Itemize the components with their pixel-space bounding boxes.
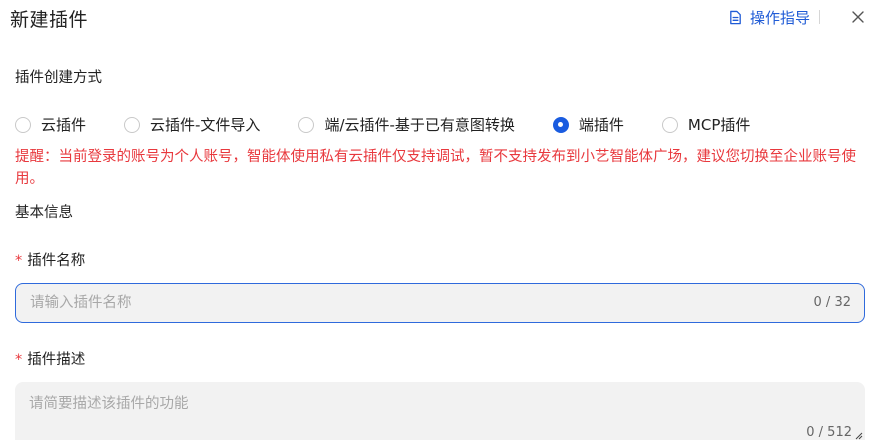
plugin-name-counter: 0 / 32 [813, 295, 851, 310]
radio-cloud-plugin-file-import[interactable]: 云插件-文件导入 [124, 114, 260, 135]
radio-label: 云插件-文件导入 [150, 116, 261, 134]
close-icon[interactable] [850, 9, 866, 25]
radio-circle[interactable] [661, 116, 678, 133]
plugin-desc-field[interactable]: 0 / 512 [15, 382, 865, 440]
dialog-header: 新建插件 操作指导 [0, 0, 876, 40]
creation-method-label: 插件创建方式 [15, 70, 102, 86]
guide-link[interactable]: 操作指导 [728, 7, 810, 28]
plugin-name-input[interactable] [30, 284, 790, 322]
required-mark: * [15, 352, 23, 368]
radio-circle[interactable] [298, 116, 315, 133]
plugin-desc-label: * 插件描述 [15, 348, 85, 369]
plugin-name-label-text: 插件名称 [27, 253, 86, 269]
header-divider [819, 10, 820, 24]
creation-method-radio-group: 云插件 云插件-文件导入 端/云插件-基于已有意图转换 端插件 MCP插件 [15, 114, 750, 135]
required-mark: * [15, 253, 23, 269]
dialog-title: 新建插件 [10, 9, 89, 31]
radio-label: MCP插件 [687, 116, 751, 134]
plugin-desc-counter: 0 / 512 [806, 425, 852, 440]
document-icon [730, 10, 741, 25]
radio-device-plugin[interactable]: 端插件 [552, 114, 624, 135]
radio-circle-selected[interactable] [552, 116, 569, 133]
basic-info-label: 基本信息 [15, 205, 73, 221]
radio-device-cloud-intent-convert[interactable]: 端/云插件-基于已有意图转换 [298, 114, 515, 135]
radio-mcp-plugin[interactable]: MCP插件 [661, 114, 751, 135]
plugin-name-label: * 插件名称 [15, 249, 85, 270]
plugin-name-field[interactable]: 0 / 32 [15, 283, 865, 323]
plugin-desc-textarea[interactable] [29, 392, 809, 432]
radio-label: 端/云插件-基于已有意图转换 [324, 116, 515, 134]
guide-label: 操作指导 [749, 9, 810, 27]
radio-label: 云插件 [41, 116, 87, 134]
plugin-desc-label-text: 插件描述 [27, 352, 86, 368]
radio-circle[interactable] [124, 116, 141, 133]
radio-circle[interactable] [15, 116, 31, 133]
radio-label: 端插件 [578, 116, 624, 134]
resize-handle-icon[interactable] [855, 432, 863, 440]
account-warning: 提醒：当前登录的账号为个人账号，智能体使用私有云插件仅支持调试，暂不支持发布到小… [15, 149, 856, 187]
radio-cloud-plugin[interactable]: 云插件 [15, 114, 86, 135]
